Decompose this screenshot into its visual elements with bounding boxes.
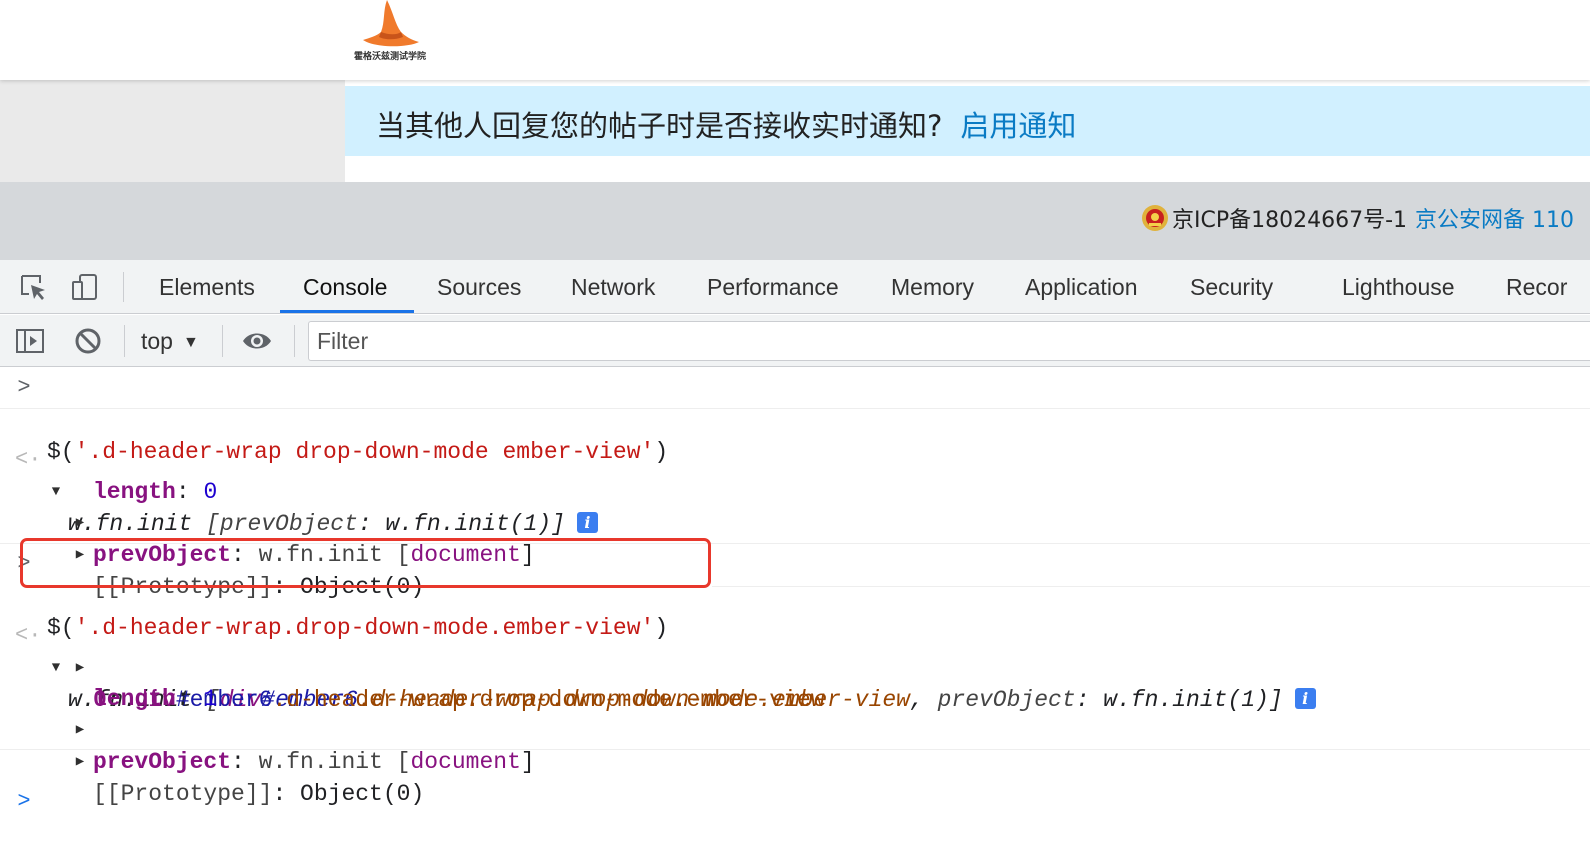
property-row: length: 0 xyxy=(0,444,1590,505)
tab-elements[interactable]: Elements xyxy=(159,260,255,314)
console-result-header: <· ▼ w.fn.init [div#ember6.d-header-wrap… xyxy=(0,588,1590,713)
property-row: ▶ 0: div#ember6.d-header-wrap.drop-down-… xyxy=(0,620,1590,713)
site-body: 当其他人回复您的帖子时是否接收实时通知? 启用通知 xyxy=(0,80,1590,182)
console-prompt[interactable]: > xyxy=(0,754,1590,814)
tab-lighthouse[interactable]: Lighthouse xyxy=(1342,260,1455,314)
filter-input[interactable] xyxy=(308,321,1590,361)
enable-notifications-link[interactable]: 启用通知 xyxy=(960,109,1076,143)
device-toggle-icon[interactable] xyxy=(70,272,100,302)
toolbar-separator xyxy=(123,272,124,302)
logo-text: 霍格沃兹测试学院 xyxy=(353,52,426,62)
console-output: > $('.d-header-wrap drop-down-mode ember… xyxy=(0,368,1590,864)
property-row: ▶ [[Prototype]]: Object(0) xyxy=(0,714,1590,807)
notification-banner: 当其他人回复您的帖子时是否接收实时通知? 启用通知 xyxy=(345,86,1590,156)
inspect-element-icon[interactable] xyxy=(18,272,48,302)
wizard-hat-icon xyxy=(363,0,419,47)
icp-number[interactable]: 京ICP备18024667号-1 xyxy=(1172,208,1407,233)
console-input-line: > $('.d-header-wrap drop-down-mode ember… xyxy=(0,372,1590,465)
police-badge-icon xyxy=(1142,205,1168,231)
tab-application[interactable]: Application xyxy=(1025,260,1138,314)
context-selector[interactable]: top ▼ xyxy=(141,324,199,358)
property-row: ▶ prevObject: w.fn.init [document] xyxy=(0,475,1590,568)
toolbar-separator xyxy=(222,325,223,357)
site-main: 当其他人回复您的帖子时是否接收实时通知? 启用通知 xyxy=(345,80,1590,182)
devtools-tab-bar: Elements Console Sources Network Perform… xyxy=(0,260,1590,314)
entry-divider xyxy=(0,408,1590,409)
tab-sources[interactable]: Sources xyxy=(437,260,521,314)
notification-question: 当其他人回复您的帖子时是否接收实时通知? xyxy=(376,109,943,143)
highlight-annotation-box xyxy=(20,538,711,588)
toolbar-separator xyxy=(124,325,125,357)
property-row: ▶ prevObject: w.fn.init [document] xyxy=(0,682,1590,775)
live-expression-eye-icon[interactable] xyxy=(241,325,273,357)
console-result-header: <· ▼ w.fn.init [prevObject: w.fn.init(1)… xyxy=(0,412,1590,537)
active-tab-indicator xyxy=(280,310,414,313)
notification-text: 当其他人回复您的帖子时是否接收实时通知? 启用通知 xyxy=(376,103,1076,145)
tab-console[interactable]: Console xyxy=(303,260,387,314)
clear-console-icon[interactable] xyxy=(72,325,104,357)
property-row: ▶ [[Prototype]]: Object(0) xyxy=(0,507,1590,600)
entry-divider xyxy=(712,586,1590,587)
tab-recorder[interactable]: Recor xyxy=(1506,260,1567,314)
tab-memory[interactable]: Memory xyxy=(891,260,974,314)
toolbar-separator xyxy=(294,325,295,357)
prompt-chevron-icon: > xyxy=(17,789,31,814)
site-header: 霍格沃兹测试学院 xyxy=(0,0,1590,80)
devtools-panel: Elements Console Sources Network Perform… xyxy=(0,260,1590,864)
sidebar-toggle-icon[interactable] xyxy=(14,325,46,357)
property-row: length: 1 xyxy=(0,651,1590,712)
chevron-down-icon: ▼ xyxy=(182,334,199,351)
context-value: top xyxy=(141,328,173,354)
entry-divider xyxy=(0,749,1590,750)
site-footer: 京ICP备18024667号-1 京公安网备 110 xyxy=(0,182,1590,260)
site-logo[interactable]: 霍格沃兹测试学院 xyxy=(340,0,440,66)
police-record-link[interactable]: 京公安网备 110 xyxy=(1415,208,1574,233)
icp-info: 京ICP备18024667号-1 京公安网备 110 xyxy=(1140,202,1574,238)
input-chevron-icon: > xyxy=(17,375,31,400)
tab-network[interactable]: Network xyxy=(571,260,655,314)
console-toolbar: top ▼ xyxy=(0,315,1590,367)
tab-security[interactable]: Security xyxy=(1190,260,1273,314)
tab-performance[interactable]: Performance xyxy=(707,260,839,314)
